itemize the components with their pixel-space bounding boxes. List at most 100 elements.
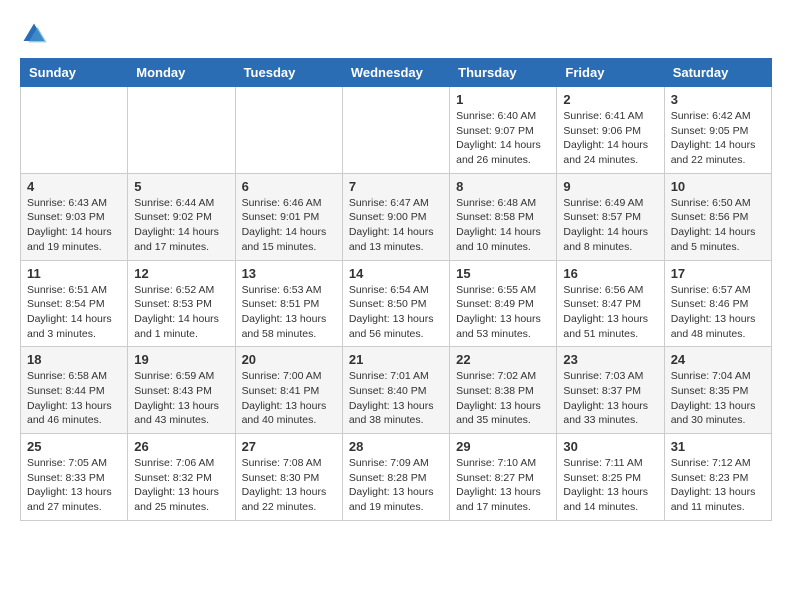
week-row-1: 1 Sunrise: 6:40 AM Sunset: 9:07 PM Daylig… [21, 87, 772, 174]
calendar-cell: 17 Sunrise: 6:57 AM Sunset: 8:46 PM Dayli… [664, 260, 771, 347]
calendar-cell: 7 Sunrise: 6:47 AM Sunset: 9:00 PM Daylig… [342, 173, 449, 260]
day-info: Sunrise: 6:51 AM Sunset: 8:54 PM Dayligh… [27, 283, 121, 342]
calendar-cell: 2 Sunrise: 6:41 AM Sunset: 9:06 PM Daylig… [557, 87, 664, 174]
day-number: 16 [563, 266, 657, 281]
header-friday: Friday [557, 59, 664, 87]
header-tuesday: Tuesday [235, 59, 342, 87]
day-info: Sunrise: 6:42 AM Sunset: 9:05 PM Dayligh… [671, 109, 765, 168]
day-info: Sunrise: 7:04 AM Sunset: 8:35 PM Dayligh… [671, 369, 765, 428]
day-info: Sunrise: 7:09 AM Sunset: 8:28 PM Dayligh… [349, 456, 443, 515]
day-info: Sunrise: 6:40 AM Sunset: 9:07 PM Dayligh… [456, 109, 550, 168]
calendar-cell: 9 Sunrise: 6:49 AM Sunset: 8:57 PM Daylig… [557, 173, 664, 260]
day-number: 9 [563, 179, 657, 194]
day-info: Sunrise: 6:41 AM Sunset: 9:06 PM Dayligh… [563, 109, 657, 168]
day-number: 30 [563, 439, 657, 454]
day-info: Sunrise: 7:00 AM Sunset: 8:41 PM Dayligh… [242, 369, 336, 428]
calendar-cell: 24 Sunrise: 7:04 AM Sunset: 8:35 PM Dayli… [664, 347, 771, 434]
day-number: 2 [563, 92, 657, 107]
day-number: 18 [27, 352, 121, 367]
day-info: Sunrise: 6:53 AM Sunset: 8:51 PM Dayligh… [242, 283, 336, 342]
week-row-3: 11 Sunrise: 6:51 AM Sunset: 8:54 PM Dayli… [21, 260, 772, 347]
calendar-cell: 26 Sunrise: 7:06 AM Sunset: 8:32 PM Dayli… [128, 434, 235, 521]
day-info: Sunrise: 6:48 AM Sunset: 8:58 PM Dayligh… [456, 196, 550, 255]
header-wednesday: Wednesday [342, 59, 449, 87]
calendar-cell: 10 Sunrise: 6:50 AM Sunset: 8:56 PM Dayli… [664, 173, 771, 260]
calendar-cell [235, 87, 342, 174]
day-info: Sunrise: 6:52 AM Sunset: 8:53 PM Dayligh… [134, 283, 228, 342]
day-number: 23 [563, 352, 657, 367]
calendar-cell: 23 Sunrise: 7:03 AM Sunset: 8:37 PM Dayli… [557, 347, 664, 434]
day-number: 12 [134, 266, 228, 281]
header-sunday: Sunday [21, 59, 128, 87]
day-number: 13 [242, 266, 336, 281]
week-row-5: 25Sunrise: 7:05 AM Sunset: 8:33 PM Dayli… [21, 434, 772, 521]
day-info: Sunrise: 6:59 AM Sunset: 8:43 PM Dayligh… [134, 369, 228, 428]
day-number: 21 [349, 352, 443, 367]
day-number: 17 [671, 266, 765, 281]
day-number: 27 [242, 439, 336, 454]
calendar-cell: 14 Sunrise: 6:54 AM Sunset: 8:50 PM Dayli… [342, 260, 449, 347]
calendar-cell [21, 87, 128, 174]
day-info: Sunrise: 6:55 AM Sunset: 8:49 PM Dayligh… [456, 283, 550, 342]
day-info: Sunrise: 7:06 AM Sunset: 8:32 PM Dayligh… [134, 456, 228, 515]
day-info: Sunrise: 6:46 AM Sunset: 9:01 PM Dayligh… [242, 196, 336, 255]
day-number: 6 [242, 179, 336, 194]
day-number: 24 [671, 352, 765, 367]
calendar-cell: 1 Sunrise: 6:40 AM Sunset: 9:07 PM Daylig… [450, 87, 557, 174]
calendar-cell: 11 Sunrise: 6:51 AM Sunset: 8:54 PM Dayli… [21, 260, 128, 347]
day-number: 20 [242, 352, 336, 367]
day-info: Sunrise: 7:10 AM Sunset: 8:27 PM Dayligh… [456, 456, 550, 515]
day-number: 7 [349, 179, 443, 194]
day-number: 19 [134, 352, 228, 367]
calendar-cell: 21 Sunrise: 7:01 AM Sunset: 8:40 PM Dayli… [342, 347, 449, 434]
calendar-cell: 3 Sunrise: 6:42 AM Sunset: 9:05 PM Daylig… [664, 87, 771, 174]
day-number: 5 [134, 179, 228, 194]
day-info: Sunrise: 6:57 AM Sunset: 8:46 PM Dayligh… [671, 283, 765, 342]
calendar-cell: 28 Sunrise: 7:09 AM Sunset: 8:28 PM Dayli… [342, 434, 449, 521]
day-number: 14 [349, 266, 443, 281]
day-info: Sunrise: 6:49 AM Sunset: 8:57 PM Dayligh… [563, 196, 657, 255]
day-number: 29 [456, 439, 550, 454]
calendar-cell: 8 Sunrise: 6:48 AM Sunset: 8:58 PM Daylig… [450, 173, 557, 260]
day-number: 1 [456, 92, 550, 107]
day-number: 10 [671, 179, 765, 194]
day-info: Sunrise: 6:50 AM Sunset: 8:56 PM Dayligh… [671, 196, 765, 255]
week-row-4: 18Sunrise: 6:58 AM Sunset: 8:44 PM Dayli… [21, 347, 772, 434]
day-info: Sunrise: 6:47 AM Sunset: 9:00 PM Dayligh… [349, 196, 443, 255]
day-number: 15 [456, 266, 550, 281]
day-number: 8 [456, 179, 550, 194]
calendar-cell: 16 Sunrise: 6:56 AM Sunset: 8:47 PM Dayli… [557, 260, 664, 347]
day-info: Sunrise: 7:03 AM Sunset: 8:37 PM Dayligh… [563, 369, 657, 428]
calendar-cell: 4 Sunrise: 6:43 AM Sunset: 9:03 PM Daylig… [21, 173, 128, 260]
header-thursday: Thursday [450, 59, 557, 87]
day-number: 31 [671, 439, 765, 454]
day-number: 3 [671, 92, 765, 107]
day-info: Sunrise: 7:02 AM Sunset: 8:38 PM Dayligh… [456, 369, 550, 428]
calendar-cell: 6 Sunrise: 6:46 AM Sunset: 9:01 PM Daylig… [235, 173, 342, 260]
calendar-cell: 15 Sunrise: 6:55 AM Sunset: 8:49 PM Dayli… [450, 260, 557, 347]
day-number: 26 [134, 439, 228, 454]
day-info: Sunrise: 6:54 AM Sunset: 8:50 PM Dayligh… [349, 283, 443, 342]
day-info: Sunrise: 6:56 AM Sunset: 8:47 PM Dayligh… [563, 283, 657, 342]
calendar-cell: 12 Sunrise: 6:52 AM Sunset: 8:53 PM Dayli… [128, 260, 235, 347]
calendar-cell: 5Sunrise: 6:44 AM Sunset: 9:02 PM Daylig… [128, 173, 235, 260]
day-info: Sunrise: 7:11 AM Sunset: 8:25 PM Dayligh… [563, 456, 657, 515]
page-header [20, 20, 772, 48]
calendar-cell [128, 87, 235, 174]
calendar-cell: 22Sunrise: 7:02 AM Sunset: 8:38 PM Dayli… [450, 347, 557, 434]
logo [20, 20, 52, 48]
day-number: 28 [349, 439, 443, 454]
day-number: 4 [27, 179, 121, 194]
header-saturday: Saturday [664, 59, 771, 87]
day-info: Sunrise: 6:43 AM Sunset: 9:03 PM Dayligh… [27, 196, 121, 255]
day-info: Sunrise: 7:08 AM Sunset: 8:30 PM Dayligh… [242, 456, 336, 515]
day-info: Sunrise: 7:05 AM Sunset: 8:33 PM Dayligh… [27, 456, 121, 515]
week-row-2: 4 Sunrise: 6:43 AM Sunset: 9:03 PM Daylig… [21, 173, 772, 260]
day-info: Sunrise: 7:01 AM Sunset: 8:40 PM Dayligh… [349, 369, 443, 428]
calendar-cell: 18Sunrise: 6:58 AM Sunset: 8:44 PM Dayli… [21, 347, 128, 434]
calendar-table: SundayMondayTuesdayWednesdayThursdayFrid… [20, 58, 772, 521]
day-number: 11 [27, 266, 121, 281]
calendar-cell: 20 Sunrise: 7:00 AM Sunset: 8:41 PM Dayli… [235, 347, 342, 434]
logo-icon [20, 20, 48, 48]
calendar-cell: 27 Sunrise: 7:08 AM Sunset: 8:30 PM Dayli… [235, 434, 342, 521]
